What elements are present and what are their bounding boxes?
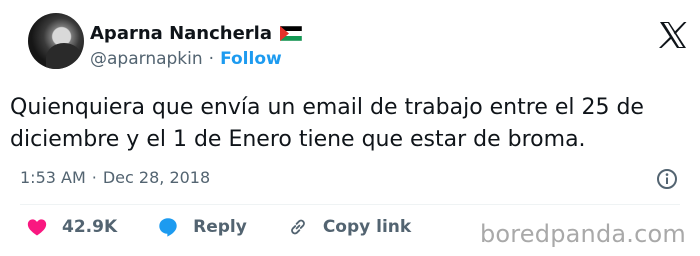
action-bar: 42.9K Reply Copy link [26,216,451,238]
reply-button[interactable]: Reply [157,216,247,238]
speech-bubble-icon [157,216,179,238]
handle-separator: · [208,49,215,69]
like-count: 42.9K [62,217,118,237]
meta-separator: · [91,168,97,187]
copy-link-button[interactable]: Copy link [287,216,411,238]
author-handle-row: @aparnapkin · Follow [90,49,282,69]
author-name-row: Aparna Nancherla [90,23,303,44]
divider [20,204,680,205]
heart-icon [26,216,48,238]
follow-button[interactable]: Follow [220,49,282,69]
tweet-time[interactable]: 1:53 AM [20,168,86,187]
info-icon[interactable] [656,168,678,190]
reply-label: Reply [193,217,247,237]
author-display-name[interactable]: Aparna Nancherla [90,23,272,44]
tweet-header: Aparna Nancherla @aparnapkin · Follow [28,13,688,77]
x-logo-icon[interactable] [658,21,688,49]
boredpanda-watermark: boredpanda.com [479,220,686,248]
tweet-meta: 1:53 AM · Dec 28, 2018 [20,168,680,190]
tweet-text: Quienquiera que envía un email de trabaj… [10,95,644,152]
link-icon [287,216,309,238]
palestine-flag-icon [279,25,303,42]
like-button[interactable]: 42.9K [26,216,117,238]
tweet-date[interactable]: Dec 28, 2018 [103,168,210,187]
avatar[interactable] [28,13,84,69]
author-handle[interactable]: @aparnapkin [90,49,203,69]
copy-link-label: Copy link [322,217,412,237]
